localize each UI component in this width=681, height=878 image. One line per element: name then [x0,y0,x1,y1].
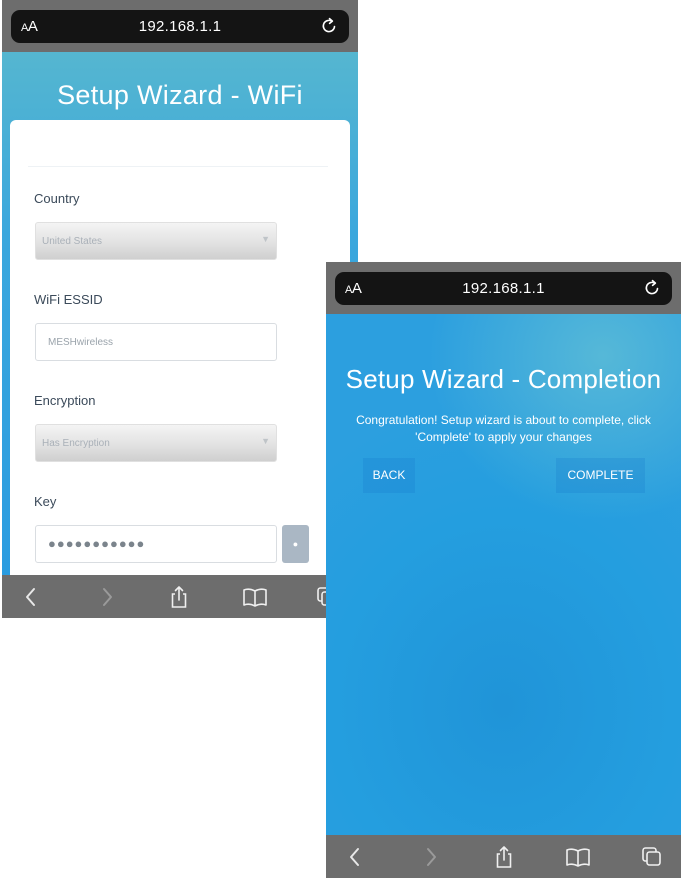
essid-label: WiFi ESSID [34,292,103,307]
completion-message: Congratulation! Setup wizard is about to… [336,412,671,446]
chevron-down-icon: ▼ [261,436,270,446]
essid-input[interactable]: MESHwireless [35,323,277,361]
reload-icon[interactable] [642,278,662,298]
forward-arrow-icon[interactable] [418,844,444,870]
chevron-down-icon: ▼ [261,234,270,244]
tabs-icon[interactable] [639,844,665,870]
key-value: ●●●●●●●●●●● [48,536,146,551]
encryption-label: Encryption [34,393,96,408]
text-size-button[interactable]: AA [345,280,362,297]
message-line: 'Complete' to apply your changes [415,430,592,444]
encryption-select[interactable]: Has Encryption ▼ [35,424,277,462]
browser-toolbar [326,835,681,878]
url-text[interactable]: 192.168.1.1 [335,280,672,297]
address-bar[interactable]: AA 192.168.1.1 [335,272,672,305]
page-title: Setup Wizard - Completion [345,364,662,394]
back-arrow-icon[interactable] [18,584,44,610]
wifi-form-card: Country United States ▼ WiFi ESSID MESHw… [10,120,350,575]
country-value: United States [42,236,103,247]
browser-toolbar [2,575,358,618]
eye-icon: ● [292,539,299,549]
encryption-value: Has Encryption [42,438,110,449]
reload-icon[interactable] [319,16,339,36]
bookmarks-icon[interactable] [565,844,591,870]
key-label: Key [34,494,57,509]
page-viewport: Setup Wizard - Completion Congratulation… [326,314,681,836]
back-button[interactable]: BACK [363,458,415,493]
page-viewport: Setup Wizard - WiFi Country United State… [2,52,358,575]
show-password-button[interactable]: ● [282,525,309,563]
share-icon[interactable] [491,844,517,870]
message-line: Congratulation! Setup wizard is about to… [356,413,651,427]
wifi-setup-screen: AA 192.168.1.1 Setup Wizard - WiFi Count… [2,0,358,618]
completion-setup-screen: AA 192.168.1.1 Setup Wizard - Completion… [326,262,681,878]
address-bar[interactable]: AA 192.168.1.1 [11,10,349,43]
text-size-button[interactable]: AA [21,18,38,35]
url-text[interactable]: 192.168.1.1 [11,18,349,35]
divider [28,166,328,167]
complete-button[interactable]: COMPLETE [556,458,645,493]
country-select[interactable]: United States ▼ [35,222,277,260]
share-icon[interactable] [166,584,192,610]
forward-arrow-icon[interactable] [94,584,120,610]
key-password-input[interactable]: ●●●●●●●●●●● [35,525,277,563]
country-label: Country [34,191,80,206]
essid-value: MESHwireless [48,337,114,348]
back-arrow-icon[interactable] [342,844,368,870]
page-title: Setup Wizard - WiFi [57,80,303,110]
bookmarks-icon[interactable] [242,584,268,610]
